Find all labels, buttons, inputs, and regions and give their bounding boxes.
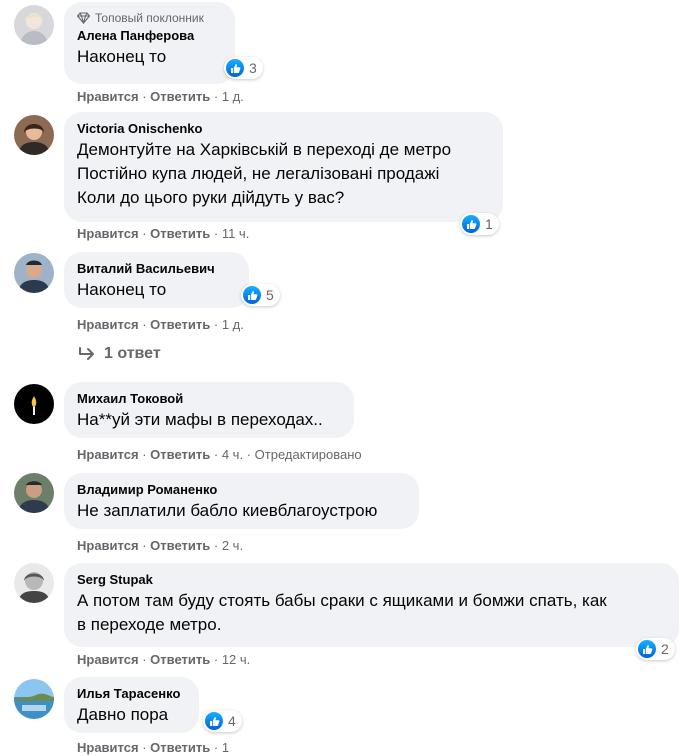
comment-actions: Нравится · Ответить · 1 д. — [77, 317, 244, 332]
comment-text: Наконец то — [77, 280, 167, 299]
comment-author[interactable]: Виталий Васильевич — [77, 260, 237, 278]
reply-button[interactable]: Ответить — [150, 652, 210, 667]
reply-arrow-icon — [79, 347, 94, 360]
comment-bubble: Виталий Васильевич Наконец то — [64, 252, 249, 308]
thumbs-up-icon — [205, 712, 223, 730]
avatar[interactable] — [14, 679, 54, 719]
reaction-count[interactable]: 4 — [203, 710, 242, 732]
comment-bubble: Топовый поклонник Алена Панферова Наконе… — [64, 2, 235, 84]
avatar[interactable] — [14, 115, 54, 155]
reply-button[interactable]: Ответить — [150, 447, 210, 462]
edited-label[interactable]: Отредактировано — [255, 447, 362, 462]
timestamp[interactable]: 11 ч. — [222, 226, 250, 241]
reaction-count[interactable]: 2 — [636, 638, 675, 660]
like-button[interactable]: Нравится — [77, 652, 139, 667]
comment-text: Демонтуйте на Харківській в переході де … — [77, 140, 452, 207]
avatar[interactable] — [14, 253, 54, 293]
comment-author[interactable]: Serg Stupak — [77, 571, 667, 589]
avatar[interactable] — [14, 384, 54, 424]
comment-bubble: Илья Тарасенко Давно пора — [64, 677, 199, 733]
comment-text: На**уй эти мафы в переходах.. — [77, 410, 323, 429]
comment-bubble: Владимир Романенко Не заплатили бабло ки… — [64, 473, 419, 529]
comment-actions: Нравится · Ответить · 2 ч. — [77, 538, 244, 553]
avatar[interactable] — [14, 473, 54, 513]
badge-label: Топовый поклонник — [95, 11, 204, 25]
comment-actions: Нравится · Ответить · 12 ч. — [77, 652, 251, 667]
comment-actions: Нравится · Ответить · 1 — [77, 740, 230, 755]
comment-author[interactable]: Илья Тарасенко — [77, 685, 187, 703]
like-button[interactable]: Нравится — [77, 317, 139, 332]
avatar[interactable] — [14, 5, 54, 45]
like-button[interactable]: Нравится — [77, 89, 139, 104]
comment-actions: Нравится · Ответить · 1 д. — [77, 89, 244, 104]
reaction-count[interactable]: 3 — [224, 57, 263, 79]
reply-button[interactable]: Ответить — [150, 740, 210, 755]
comment-author[interactable]: Михаил Токовой — [77, 390, 342, 408]
like-button[interactable]: Нравится — [77, 447, 139, 462]
timestamp[interactable]: 1 д. — [222, 89, 244, 104]
thumbs-up-icon — [226, 59, 244, 77]
avatar[interactable] — [14, 563, 54, 603]
timestamp[interactable]: 1 д. — [222, 317, 244, 332]
comment-actions: Нравится · Ответить · 11 ч. — [77, 226, 250, 241]
comment-bubble: Victoria Onischenko Демонтуйте на Харків… — [64, 112, 503, 222]
like-button[interactable]: Нравится — [77, 740, 139, 755]
timestamp[interactable]: 4 ч. — [222, 447, 243, 462]
reply-button[interactable]: Ответить — [150, 89, 210, 104]
reply-button[interactable]: Ответить — [150, 317, 210, 332]
comment-text: Давно пора — [77, 705, 169, 724]
reaction-count[interactable]: 1 — [460, 213, 499, 235]
comment-text: А потом там буду стоять бабы сраки с ящи… — [77, 591, 607, 634]
reply-button[interactable]: Ответить — [150, 226, 210, 241]
like-button[interactable]: Нравится — [77, 226, 139, 241]
comment-text: Наконец то — [77, 47, 167, 66]
comment-text: Не заплатили бабло киевблагоустрою — [77, 501, 378, 520]
like-button[interactable]: Нравится — [77, 538, 139, 553]
comment-actions: Нравится · Ответить · 4 ч. · Отредактиро… — [77, 447, 362, 462]
timestamp[interactable]: 1 — [222, 740, 229, 755]
comment-bubble: Serg Stupak А потом там буду стоять бабы… — [64, 563, 679, 647]
thumbs-up-icon — [462, 215, 480, 233]
timestamp[interactable]: 2 ч. — [222, 538, 243, 553]
view-replies-link[interactable]: 1 ответ — [78, 345, 161, 363]
comment-author[interactable]: Владимир Романенко — [77, 481, 407, 499]
top-fan-badge: Топовый поклонник — [77, 10, 223, 26]
thumbs-up-icon — [243, 286, 261, 304]
reply-button[interactable]: Ответить — [150, 538, 210, 553]
comment-bubble: Михаил Токовой На**уй эти мафы в переход… — [64, 382, 354, 438]
comment-author[interactable]: Алена Панферова — [77, 27, 223, 45]
diamond-icon — [77, 12, 90, 24]
timestamp[interactable]: 12 ч. — [222, 652, 250, 667]
thumbs-up-icon — [638, 640, 656, 658]
comment-author[interactable]: Victoria Onischenko — [77, 120, 491, 138]
reaction-count[interactable]: 5 — [241, 284, 280, 306]
